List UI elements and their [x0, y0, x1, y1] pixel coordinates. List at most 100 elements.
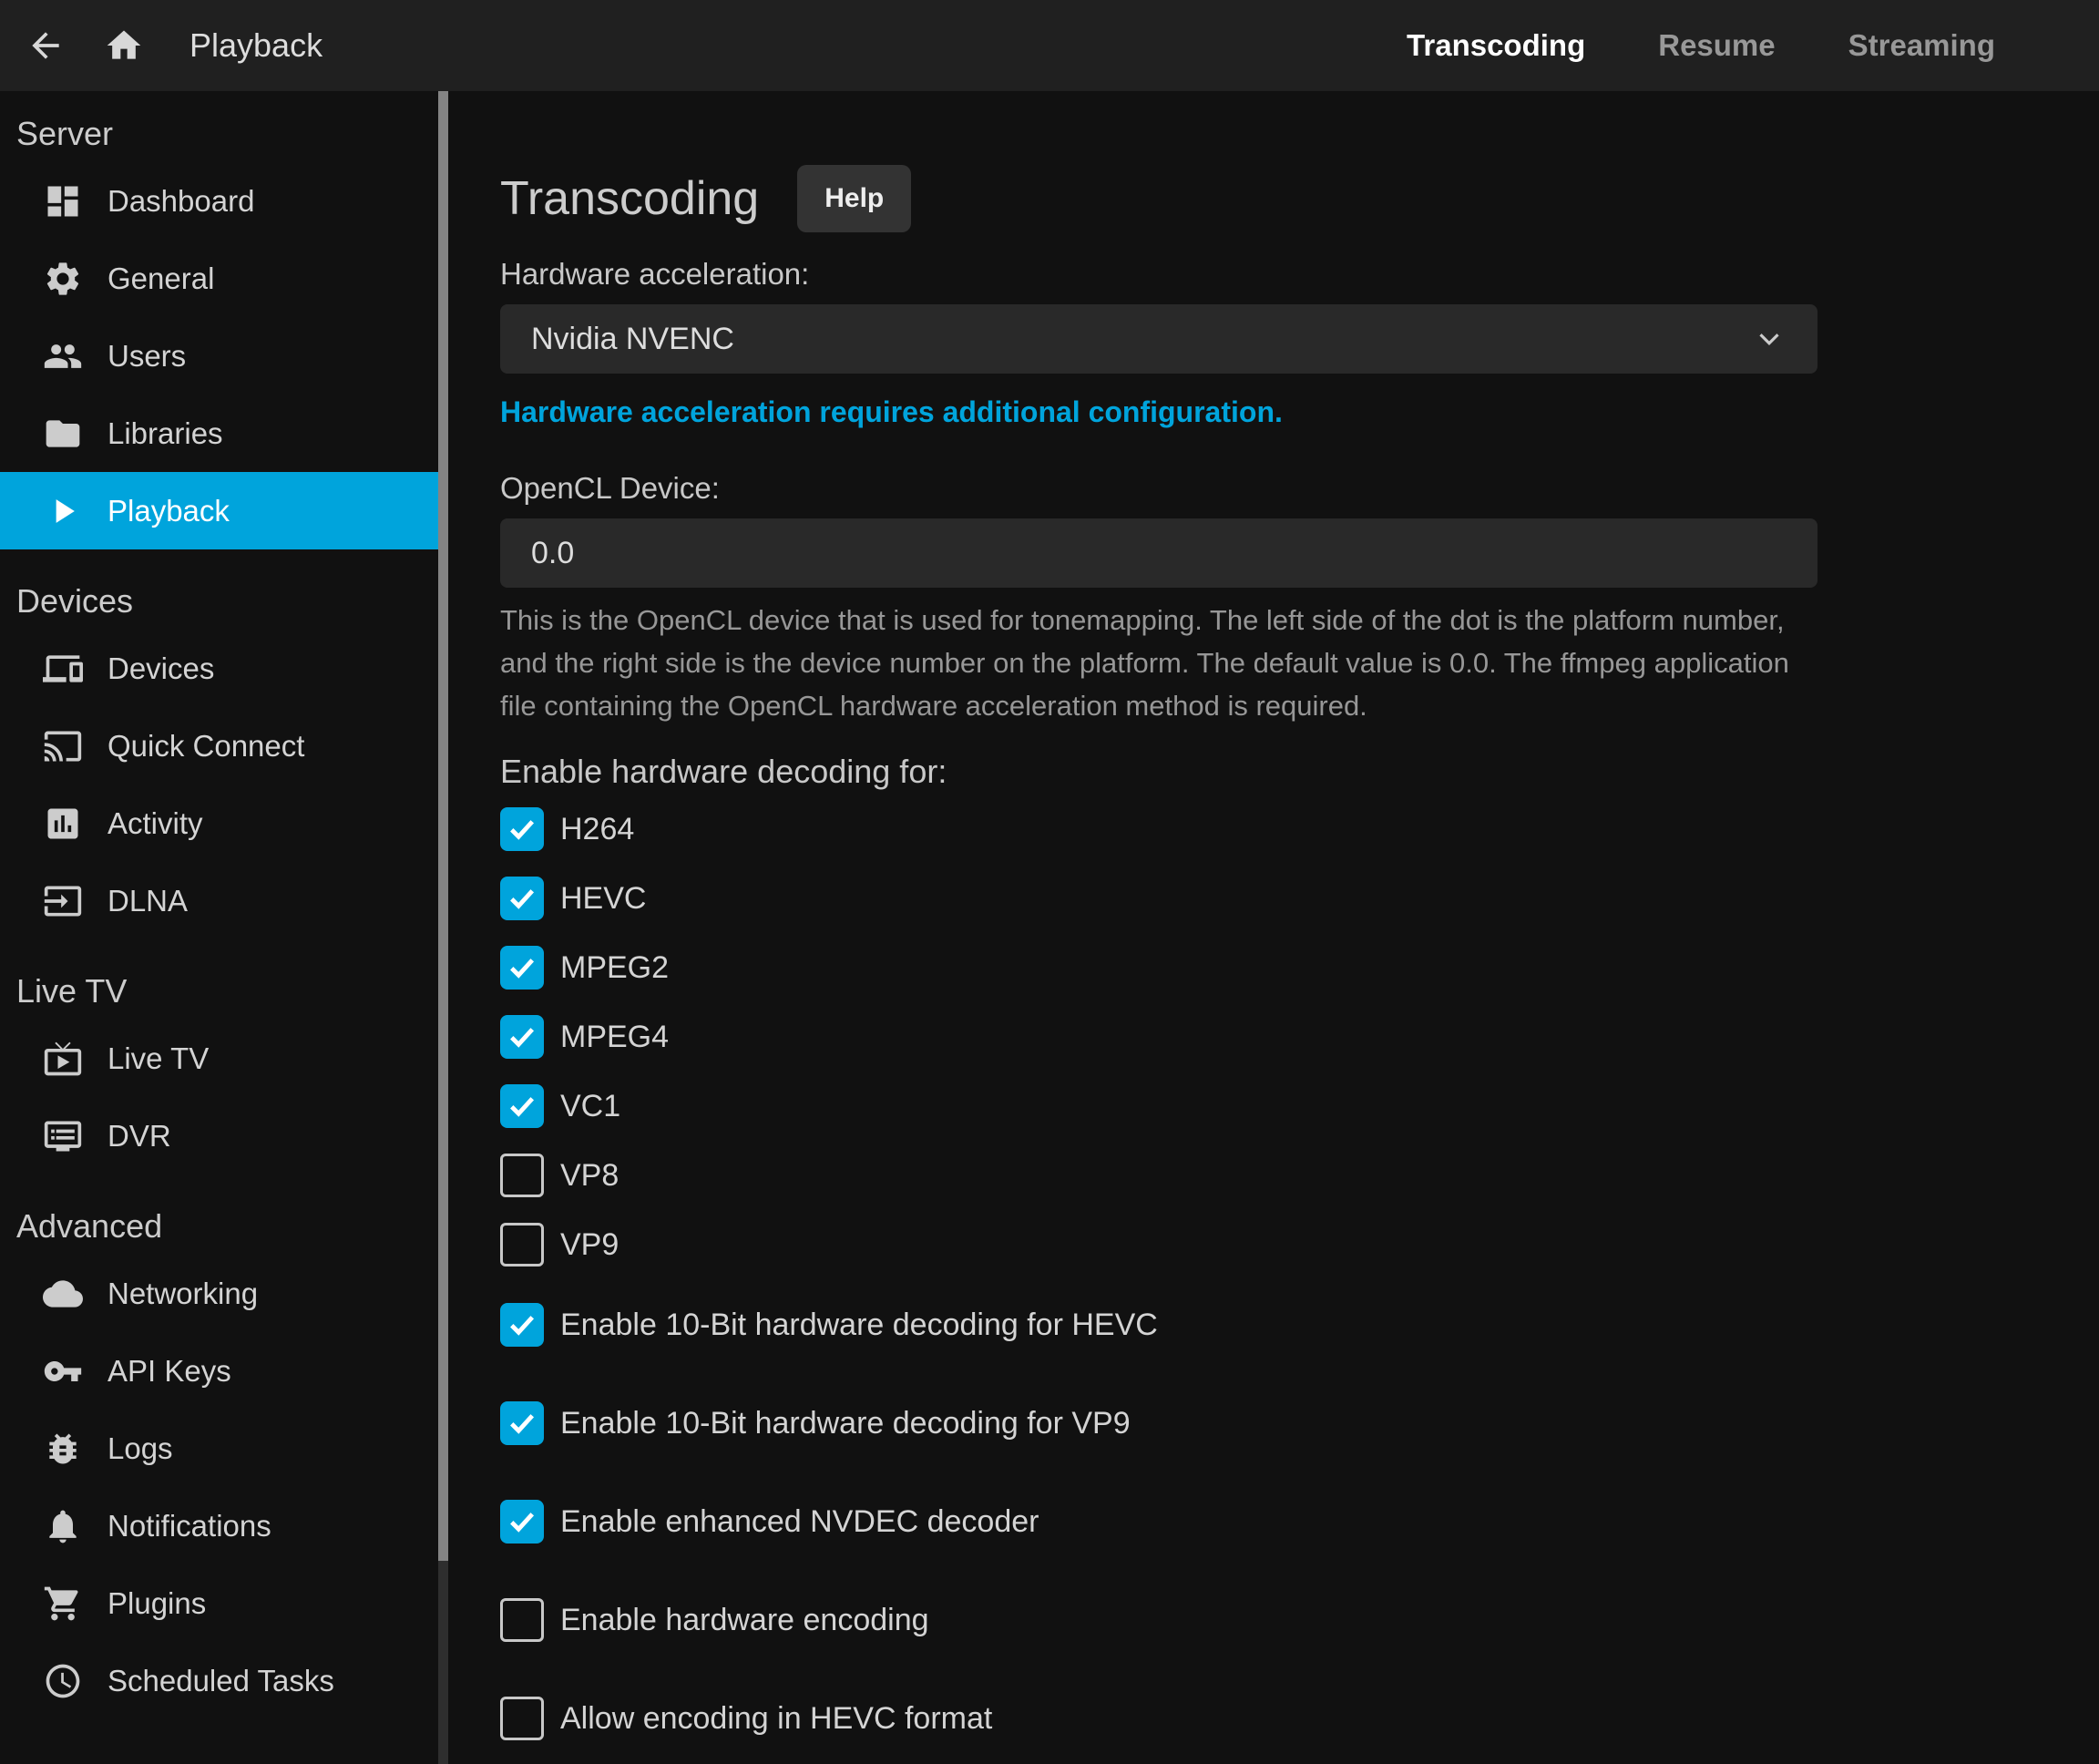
sidebar-item-dlna[interactable]: DLNA — [0, 862, 438, 939]
sidebar-item-logs[interactable]: Logs — [0, 1410, 438, 1487]
checkbox-row-mpeg4[interactable]: MPEG4 — [500, 1015, 2099, 1059]
sidebar-section-advanced: Advanced — [0, 1174, 438, 1255]
sidebar-item-devices[interactable]: Devices — [0, 630, 438, 707]
checkmark-icon — [506, 951, 538, 984]
top-bar: Playback Transcoding Resume Streaming — [0, 0, 2099, 91]
sidebar-section-server: Server — [0, 91, 438, 162]
checkbox-label: Allow encoding in HEVC format — [560, 1701, 992, 1737]
sidebar-item-plugins[interactable]: Plugins — [0, 1564, 438, 1642]
sidebar-scrollbar-thumb[interactable] — [438, 91, 448, 1561]
codec-checkbox-list: H264 HEVC MPEG2 MPEG4 VC1 VP8 — [500, 807, 2099, 1267]
tab-transcoding[interactable]: Transcoding — [1407, 28, 1585, 63]
checkbox-label: Enable hardware encoding — [560, 1603, 929, 1638]
tab-streaming[interactable]: Streaming — [1848, 28, 1995, 63]
sidebar-item-networking[interactable]: Networking — [0, 1255, 438, 1332]
page-title: Playback — [189, 26, 323, 65]
shopping-cart-icon — [41, 1582, 85, 1626]
opencl-device-description: This is the OpenCL device that is used f… — [500, 599, 1821, 727]
hardware-acceleration-warning-link[interactable]: Hardware acceleration requires additiona… — [500, 395, 1283, 429]
sidebar-item-label: Activity — [108, 806, 203, 841]
sidebar-item-libraries[interactable]: Libraries — [0, 395, 438, 472]
checkbox-hevc-encoding[interactable] — [500, 1697, 544, 1740]
checkbox-vc1[interactable] — [500, 1084, 544, 1128]
checkbox-vp8[interactable] — [500, 1154, 544, 1197]
checkmark-icon — [506, 813, 538, 846]
checkbox-row-vp9[interactable]: VP9 — [500, 1223, 2099, 1267]
checkbox-vp9[interactable] — [500, 1223, 544, 1267]
sidebar-item-label: API Keys — [108, 1354, 231, 1389]
home-icon — [104, 26, 144, 66]
sidebar-item-dvr[interactable]: DVR — [0, 1097, 438, 1174]
sidebar-item-notifications[interactable]: Notifications — [0, 1487, 438, 1564]
checkbox-label: H264 — [560, 812, 634, 847]
cast-icon — [41, 724, 85, 768]
home-button[interactable] — [102, 24, 146, 67]
checkbox-row-vp8[interactable]: VP8 — [500, 1154, 2099, 1197]
checkbox-label: VC1 — [560, 1089, 620, 1124]
sidebar-item-general[interactable]: General — [0, 240, 438, 317]
checkmark-icon — [506, 1505, 538, 1538]
checkbox-label: MPEG2 — [560, 950, 669, 986]
checkbox-row-hardware-encoding[interactable]: Enable hardware encoding — [500, 1598, 2099, 1642]
checkbox-row-10bit-vp9[interactable]: Enable 10-Bit hardware decoding for VP9 — [500, 1401, 2099, 1445]
checkbox-label: Enable 10-Bit hardware decoding for VP9 — [560, 1406, 1131, 1441]
sidebar-item-label: Users — [108, 339, 186, 374]
checkbox-row-h264[interactable]: H264 — [500, 807, 2099, 851]
checkmark-icon — [506, 1407, 538, 1440]
live-tv-icon — [41, 1037, 85, 1081]
checkbox-10bit-hevc[interactable] — [500, 1303, 544, 1347]
checkbox-label: Enable enhanced NVDEC decoder — [560, 1504, 1039, 1540]
hardware-acceleration-label: Hardware acceleration: — [500, 257, 2099, 292]
dvr-icon — [41, 1114, 85, 1158]
checkmark-icon — [506, 1308, 538, 1341]
back-button[interactable] — [24, 24, 67, 67]
checkbox-h264[interactable] — [500, 807, 544, 851]
checkbox-row-hevc[interactable]: HEVC — [500, 877, 2099, 920]
sidebar-scrollbar-track[interactable] — [438, 91, 448, 1764]
checkbox-hevc[interactable] — [500, 877, 544, 920]
checkmark-icon — [506, 882, 538, 915]
sidebar-item-activity[interactable]: Activity — [0, 785, 438, 862]
devices-icon — [41, 647, 85, 691]
hardware-acceleration-select[interactable]: Nvidia NVENC — [500, 304, 1817, 374]
sidebar-item-label: DVR — [108, 1119, 171, 1154]
section-title: Transcoding — [500, 171, 759, 226]
settings-gear-icon — [41, 257, 85, 301]
hardware-acceleration-value: Nvidia NVENC — [531, 322, 734, 357]
sidebar-item-dashboard[interactable]: Dashboard — [0, 162, 438, 240]
sidebar-item-label: Plugins — [108, 1586, 206, 1621]
checkbox-row-mpeg2[interactable]: MPEG2 — [500, 946, 2099, 990]
checkbox-row-nvdec[interactable]: Enable enhanced NVDEC decoder — [500, 1500, 2099, 1544]
sidebar-item-quick-connect[interactable]: Quick Connect — [0, 707, 438, 785]
checkbox-mpeg2[interactable] — [500, 946, 544, 990]
bug-icon — [41, 1427, 85, 1471]
checkbox-10bit-vp9[interactable] — [500, 1401, 544, 1445]
sidebar-item-users[interactable]: Users — [0, 317, 438, 395]
header-tabs: Transcoding Resume Streaming — [1407, 28, 2099, 63]
checkbox-row-hevc-encoding[interactable]: Allow encoding in HEVC format — [500, 1697, 2099, 1740]
sidebar-nav: Server Dashboard General Users — [0, 91, 438, 1719]
checkbox-label: Enable 10-Bit hardware decoding for HEVC — [560, 1308, 1158, 1343]
sidebar-item-scheduled-tasks[interactable]: Scheduled Tasks — [0, 1642, 438, 1719]
checkbox-row-vc1[interactable]: VC1 — [500, 1084, 2099, 1128]
checkbox-hardware-encoding[interactable] — [500, 1598, 544, 1642]
key-icon — [41, 1349, 85, 1393]
sidebar-item-label: General — [108, 262, 214, 296]
sidebar-item-label: Dashboard — [108, 184, 254, 219]
checkbox-label: VP9 — [560, 1227, 619, 1263]
help-button[interactable]: Help — [797, 165, 911, 232]
sidebar-item-api-keys[interactable]: API Keys — [0, 1332, 438, 1410]
sidebar-item-label: Notifications — [108, 1509, 271, 1544]
sidebar-item-live-tv[interactable]: Live TV — [0, 1020, 438, 1097]
checkbox-mpeg4[interactable] — [500, 1015, 544, 1059]
sidebar-item-playback[interactable]: Playback — [0, 472, 438, 549]
dashboard-icon — [41, 179, 85, 223]
checkbox-row-10bit-hevc[interactable]: Enable 10-Bit hardware decoding for HEVC — [500, 1303, 2099, 1347]
clock-icon — [41, 1659, 85, 1703]
checkbox-nvdec[interactable] — [500, 1500, 544, 1544]
opencl-device-input[interactable]: 0.0 — [500, 518, 1817, 588]
hardware-decoding-label: Enable hardware decoding for: — [500, 753, 2099, 791]
sidebar-item-label: Networking — [108, 1277, 258, 1311]
folder-icon — [41, 412, 85, 456]
tab-resume[interactable]: Resume — [1658, 28, 1775, 63]
